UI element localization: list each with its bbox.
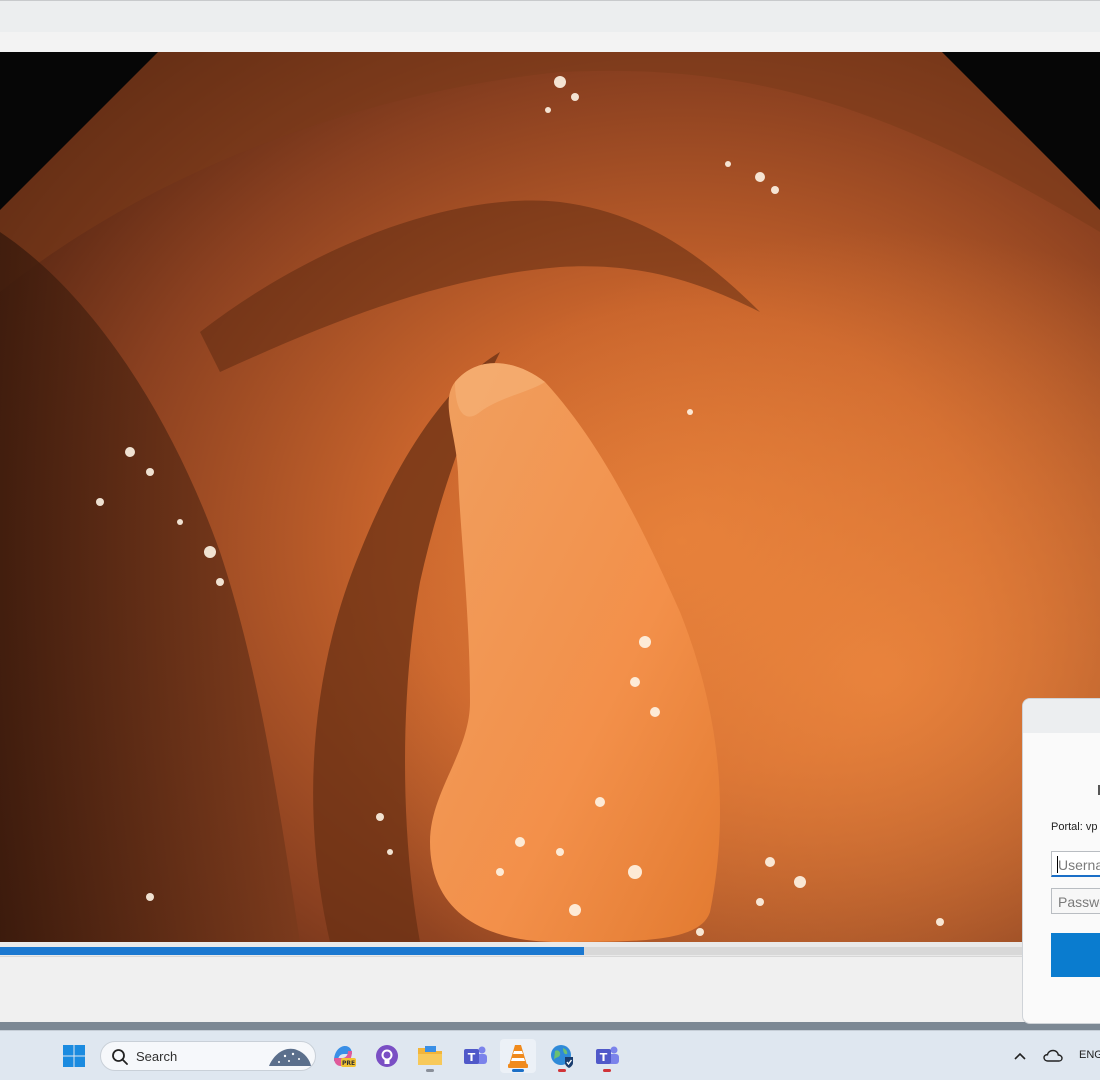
copilot-preview-icon: PRE: [334, 1046, 356, 1067]
windows-start-icon: [63, 1045, 85, 1067]
vpn-login-dialog: Portal: vp Userna Passwo: [1022, 698, 1100, 1024]
connect-button[interactable]: [1051, 933, 1100, 977]
start-button[interactable]: [56, 1039, 92, 1073]
vpn-dialog-title-bar[interactable]: [1023, 699, 1100, 733]
taskbar-app-teams-work[interactable]: T: [589, 1039, 625, 1073]
taskbar-search[interactable]: Search: [100, 1041, 316, 1071]
window-title-bar: [0, 0, 1100, 32]
github-icon: [376, 1045, 398, 1067]
teams-icon: T: [464, 1046, 487, 1064]
taskbar-app-vpn-browser[interactable]: [544, 1039, 580, 1073]
window-bottom-edge: [0, 1022, 1100, 1030]
svg-text:T: T: [468, 1051, 476, 1064]
vpn-globe-icon: [551, 1045, 573, 1068]
taskbar: Search PRE T T ENG: [0, 1030, 1100, 1080]
vlc-icon: [508, 1045, 528, 1068]
search-placeholder: Search: [136, 1049, 178, 1064]
tray-onedrive[interactable]: [1037, 1039, 1069, 1073]
taskbar-app-file-explorer[interactable]: [412, 1039, 448, 1073]
username-field[interactable]: Userna: [1051, 851, 1100, 877]
search-icon: [112, 1049, 128, 1065]
search-highlight-icon: [269, 1048, 311, 1066]
seek-bar-progress: [0, 947, 584, 955]
username-placeholder: Userna: [1058, 857, 1100, 873]
teams-app-icon: T: [596, 1046, 619, 1064]
endoscopy-image: [0, 52, 1100, 942]
chevron-up-icon: [1014, 1052, 1026, 1060]
language-indicator[interactable]: ENG: [1079, 1049, 1100, 1061]
tray-overflow-button[interactable]: [1004, 1039, 1036, 1073]
taskbar-app-vlc[interactable]: [500, 1039, 536, 1073]
svg-text:PRE: PRE: [342, 1060, 355, 1067]
video-frame[interactable]: [0, 52, 1100, 942]
player-controls-bar: [0, 956, 1100, 1022]
taskbar-app-copilot[interactable]: PRE: [325, 1039, 361, 1073]
vpn-portal-label: Portal: vp: [1051, 821, 1098, 833]
player-toolbar: [0, 32, 1100, 52]
password-placeholder: Passwo: [1058, 894, 1100, 910]
svg-text:T: T: [600, 1051, 608, 1064]
onedrive-cloud-icon: [1043, 1049, 1063, 1062]
taskbar-app-teams[interactable]: T: [457, 1039, 493, 1073]
file-explorer-icon: [418, 1046, 442, 1065]
password-field[interactable]: Passwo: [1051, 888, 1100, 914]
taskbar-app-github[interactable]: [369, 1039, 405, 1073]
